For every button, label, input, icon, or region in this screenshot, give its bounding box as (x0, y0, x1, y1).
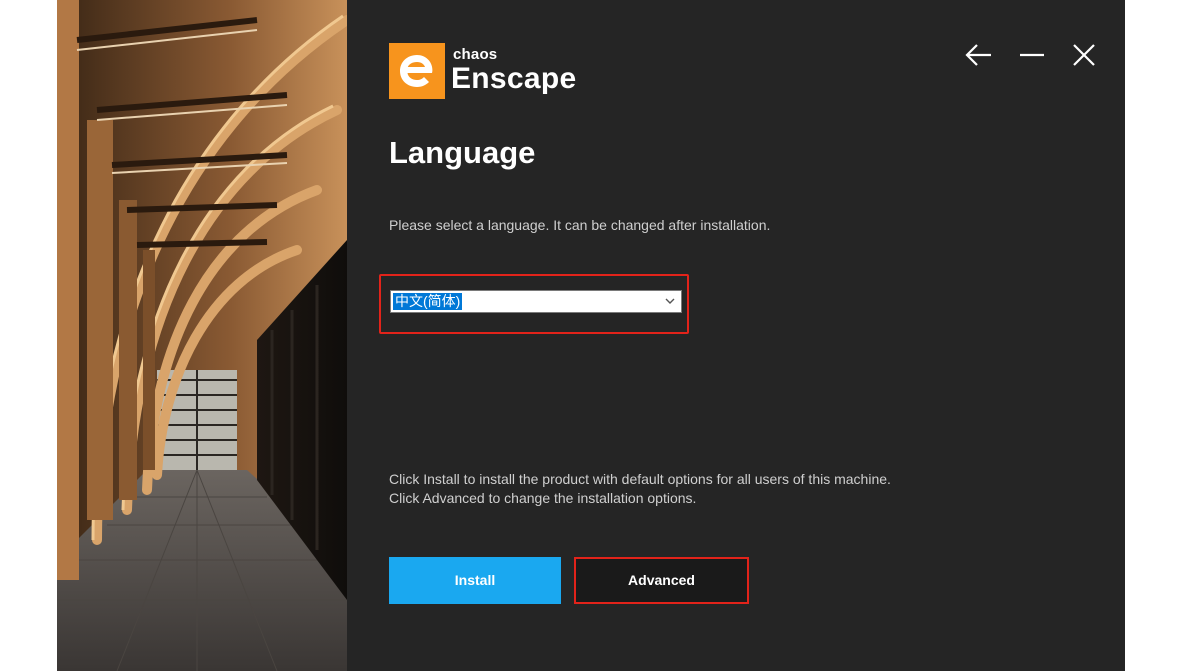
install-button[interactable]: Install (389, 557, 561, 604)
advanced-button[interactable]: Advanced (574, 557, 749, 604)
close-icon[interactable] (1067, 38, 1101, 72)
page-title: Language (389, 135, 536, 170)
arrow-left-icon[interactable] (962, 38, 996, 72)
info-advanced-text: Click Advanced to change the installatio… (389, 490, 697, 506)
installer-panel: chaos Enscape Language Please select a l… (347, 0, 1125, 671)
info-install-text: Click Install to install the product wit… (389, 471, 891, 487)
language-select[interactable]: 中文(简体) (390, 290, 682, 313)
minimize-icon[interactable] (1015, 38, 1049, 72)
language-select-value: 中文(简体) (393, 293, 463, 310)
page-subtitle: Please select a language. It can be chan… (389, 217, 771, 233)
chevron-down-icon (665, 298, 675, 304)
installer-window: chaos Enscape Language Please select a l… (57, 0, 1125, 671)
brand-company: chaos (453, 46, 498, 63)
brand-product: Enscape (451, 62, 577, 95)
hero-image (57, 0, 347, 671)
enscape-e-logo (389, 43, 445, 99)
